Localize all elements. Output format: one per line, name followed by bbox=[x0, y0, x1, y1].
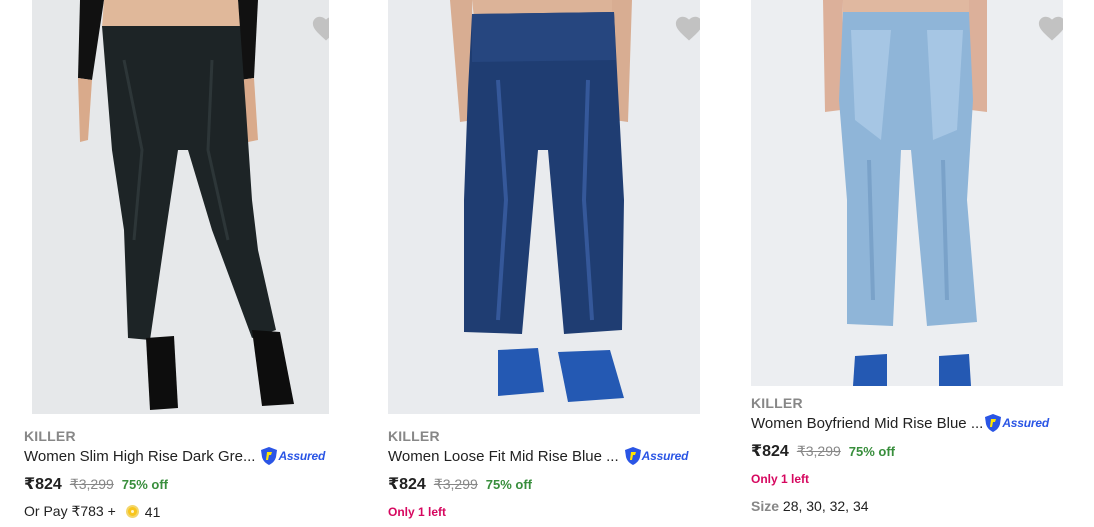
assured-badge: Assured bbox=[261, 447, 325, 465]
jeans-photo bbox=[32, 0, 329, 414]
product-title[interactable]: Women Boyfriend Mid Rise Blue ... bbox=[751, 415, 983, 432]
product-title[interactable]: Women Loose Fit Mid Rise Blue ... bbox=[388, 448, 619, 465]
selling-price: ₹824 bbox=[388, 476, 426, 493]
product-brand: KILLER bbox=[24, 428, 76, 444]
original-price: ₹3,299 bbox=[433, 476, 478, 492]
product-title-row[interactable]: Women Boyfriend Mid Rise Blue ... Assure… bbox=[751, 414, 1049, 432]
selling-price: ₹824 bbox=[24, 476, 62, 493]
assured-shield-icon bbox=[261, 447, 278, 465]
assured-label: Assured bbox=[1002, 416, 1049, 430]
available-sizes: Size 28, 30, 32, 34 bbox=[751, 498, 869, 514]
discount-percent: 75% off bbox=[848, 444, 896, 459]
jeans-photo bbox=[388, 0, 700, 414]
assured-label: Assured bbox=[278, 449, 326, 463]
product-title[interactable]: Women Slim High Rise Dark Gre... bbox=[24, 448, 255, 465]
price-row: ₹824 ₹3,299 75% off bbox=[388, 474, 532, 494]
jeans-photo bbox=[751, 0, 1063, 386]
low-stock-label: Only 1 left bbox=[751, 472, 810, 486]
wishlist-heart-icon[interactable] bbox=[311, 14, 329, 42]
price-row: ₹824 ₹3,299 75% off bbox=[24, 474, 168, 494]
product-brand: KILLER bbox=[388, 428, 440, 444]
product-image[interactable] bbox=[388, 0, 700, 414]
wishlist-heart-icon[interactable] bbox=[1037, 14, 1063, 42]
or-pay-text: Or Pay ₹783 + bbox=[24, 503, 116, 519]
price-row: ₹824 ₹3,299 75% off bbox=[751, 441, 895, 461]
product-image[interactable] bbox=[32, 0, 329, 414]
product-title-row[interactable]: Women Loose Fit Mid Rise Blue ... Assure… bbox=[388, 447, 688, 465]
low-stock-label: Only 1 left bbox=[388, 505, 447, 519]
assured-shield-icon bbox=[985, 414, 1002, 432]
assured-badge: Assured bbox=[624, 447, 689, 465]
wishlist-heart-icon[interactable] bbox=[674, 14, 700, 42]
product-brand: KILLER bbox=[751, 395, 803, 411]
assured-label: Assured bbox=[641, 449, 689, 463]
assured-shield-icon bbox=[624, 447, 641, 465]
supercoin-count: 41 bbox=[144, 503, 161, 520]
product-image[interactable] bbox=[751, 0, 1063, 386]
discount-percent: 75% off bbox=[485, 477, 533, 492]
assured-badge: Assured bbox=[985, 414, 1049, 432]
product-title-row[interactable]: Women Slim High Rise Dark Gre... Assured bbox=[24, 447, 325, 465]
discount-percent: 75% off bbox=[121, 477, 169, 492]
original-price: ₹3,299 bbox=[796, 443, 841, 459]
original-price: ₹3,299 bbox=[69, 476, 114, 492]
supercoin-offer: Or Pay ₹783 + 41 bbox=[24, 503, 160, 520]
supercoin-icon bbox=[125, 505, 139, 518]
size-values: 28, 30, 32, 34 bbox=[782, 498, 869, 514]
selling-price: ₹824 bbox=[751, 443, 789, 460]
size-label: Size bbox=[751, 498, 780, 514]
